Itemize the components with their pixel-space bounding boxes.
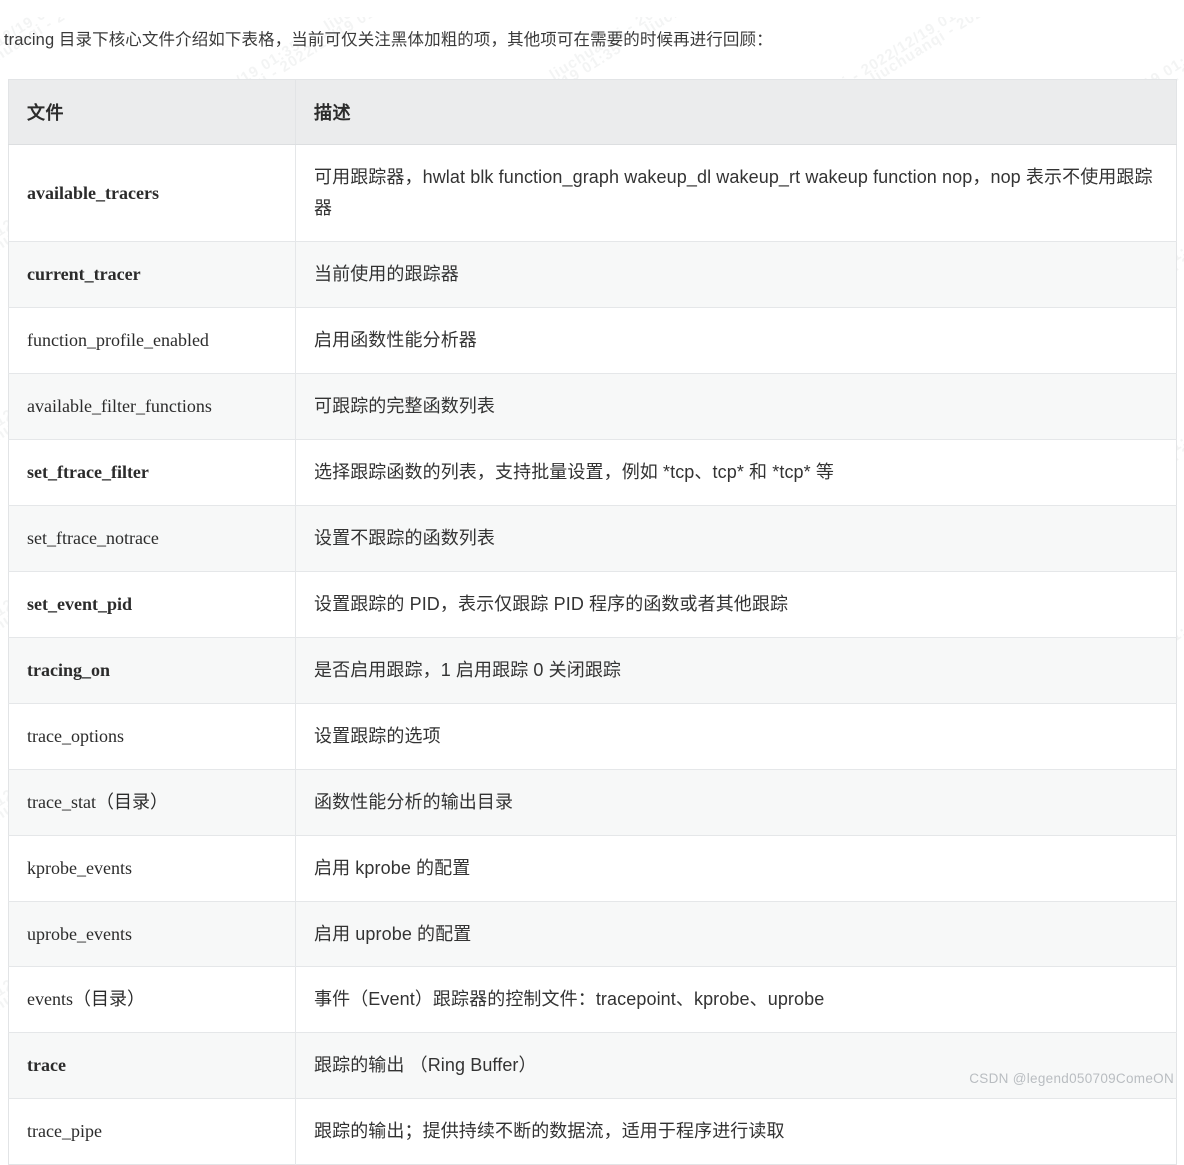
cell-description: 启用函数性能分析器 [296,307,1177,373]
cell-file-name: set_ftrace_filter [9,439,296,505]
cell-file-name: trace_stat（目录） [9,769,296,835]
cell-file-name: available_filter_functions [9,373,296,439]
cell-description: 跟踪的输出；提供持续不断的数据流，适用于程序进行读取 [296,1099,1177,1165]
cell-description: 函数性能分析的输出目录 [296,769,1177,835]
cell-file-name: trace_options [9,703,296,769]
column-header-file: 文件 [9,80,296,145]
cell-description: 可跟踪的完整函数列表 [296,373,1177,439]
files-table-container: 文件 描述 available_tracers可用跟踪器，hwlat blk f… [8,79,1176,1165]
table-row: trace_stat（目录）函数性能分析的输出目录 [9,769,1177,835]
table-row: events（目录）事件（Event）跟踪器的控制文件：tracepoint、k… [9,967,1177,1033]
cell-file-name: function_profile_enabled [9,307,296,373]
table-row: current_tracer当前使用的跟踪器 [9,241,1177,307]
table-body: available_tracers可用跟踪器，hwlat blk functio… [9,145,1177,1165]
table-head: 文件 描述 [9,80,1177,145]
table-row: set_ftrace_filter选择跟踪函数的列表，支持批量设置，例如 *tc… [9,439,1177,505]
table-row: trace_pipe跟踪的输出；提供持续不断的数据流，适用于程序进行读取 [9,1099,1177,1165]
column-header-description: 描述 [296,80,1177,145]
cell-file-name: tracing_on [9,637,296,703]
cell-file-name: kprobe_events [9,835,296,901]
table-row: kprobe_events启用 kprobe 的配置 [9,835,1177,901]
cell-description: 设置跟踪的 PID，表示仅跟踪 PID 程序的函数或者其他跟踪 [296,571,1177,637]
table-row: tracing_on是否启用跟踪，1 启用跟踪 0 关闭跟踪 [9,637,1177,703]
cell-file-name: trace_pipe [9,1099,296,1165]
table-row: available_tracers可用跟踪器，hwlat blk functio… [9,145,1177,242]
cell-file-name: events（目录） [9,967,296,1033]
cell-description: 设置不跟踪的函数列表 [296,505,1177,571]
cell-description: 事件（Event）跟踪器的控制文件：tracepoint、kprobe、upro… [296,967,1177,1033]
page-content: tracing 目录下核心文件介绍如下表格，当前可仅关注黑体加粗的项，其他项可在… [0,17,1184,1165]
cell-description: 当前使用的跟踪器 [296,241,1177,307]
table-row: trace_options设置跟踪的选项 [9,703,1177,769]
table-row: uprobe_events启用 uprobe 的配置 [9,901,1177,967]
cell-file-name: set_ftrace_notrace [9,505,296,571]
cell-file-name: uprobe_events [9,901,296,967]
cell-description: 是否启用跟踪，1 启用跟踪 0 关闭跟踪 [296,637,1177,703]
cell-file-name: current_tracer [9,241,296,307]
cell-description: 可用跟踪器，hwlat blk function_graph wakeup_dl… [296,145,1177,242]
cell-file-name: available_tracers [9,145,296,242]
cell-description: 跟踪的输出 （Ring Buffer） [296,1033,1177,1099]
tracing-files-table: 文件 描述 available_tracers可用跟踪器，hwlat blk f… [8,79,1177,1165]
cell-description: 启用 uprobe 的配置 [296,901,1177,967]
intro-paragraph: tracing 目录下核心文件介绍如下表格，当前可仅关注黑体加粗的项，其他项可在… [0,17,1184,54]
cell-file-name: trace [9,1033,296,1099]
table-header-row: 文件 描述 [9,80,1177,145]
cell-description: 启用 kprobe 的配置 [296,835,1177,901]
table-row: set_event_pid设置跟踪的 PID，表示仅跟踪 PID 程序的函数或者… [9,571,1177,637]
table-row: available_filter_functions可跟踪的完整函数列表 [9,373,1177,439]
cell-description: 设置跟踪的选项 [296,703,1177,769]
table-row: set_ftrace_notrace设置不跟踪的函数列表 [9,505,1177,571]
table-row: trace跟踪的输出 （Ring Buffer） [9,1033,1177,1099]
cell-description: 选择跟踪函数的列表，支持批量设置，例如 *tcp、tcp* 和 *tcp* 等 [296,439,1177,505]
csdn-credit-watermark: CSDN @legend050709ComeON [969,1071,1174,1086]
cell-file-name: set_event_pid [9,571,296,637]
table-row: function_profile_enabled启用函数性能分析器 [9,307,1177,373]
